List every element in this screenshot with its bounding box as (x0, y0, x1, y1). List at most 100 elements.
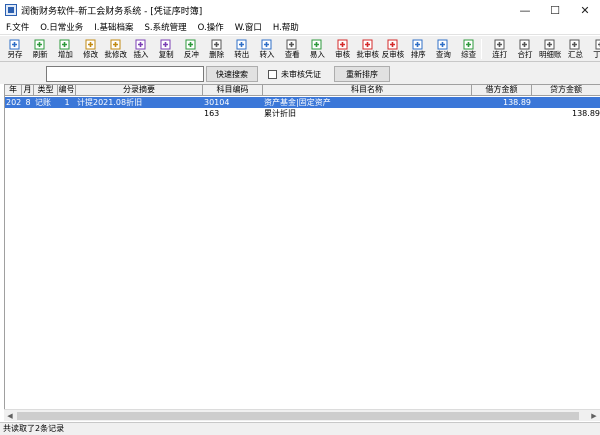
col-header-account-name[interactable]: 科目名称 (263, 85, 472, 96)
edit-icon (84, 38, 98, 50)
toolbar-button-add[interactable]: 增加 (53, 37, 77, 61)
toolbar-button-query[interactable]: 查询 (431, 37, 455, 61)
table-row[interactable]: 163 累计折旧 138.89 (5, 108, 600, 119)
cell-debit: 138.89 (503, 98, 531, 107)
status-bar: 共读取了2条记录 (0, 422, 600, 435)
toolbar-button-t-account[interactable]: 丁字 (589, 37, 600, 61)
toolbar-button-label: 易入 (309, 50, 325, 59)
cell-credit (532, 97, 600, 108)
batch-print-icon (493, 38, 507, 50)
toolbar-button-label: 另存 (7, 50, 23, 59)
batch-audit-icon (361, 38, 375, 50)
toolbar-button-label: 查询 (435, 50, 451, 59)
menu-help[interactable]: H.帮助 (267, 21, 304, 33)
maximize-button[interactable]: ☐ (540, 0, 570, 20)
col-header-credit[interactable]: 贷方金额 (532, 85, 600, 96)
horizontal-scrollbar[interactable]: ◀ ▶ (4, 409, 600, 421)
table-row[interactable]: 2021 8 记账 1 计提2021.08折旧 30104 资产基金|固定资产 … (5, 97, 600, 108)
toolbar-button-delete[interactable]: 删除 (205, 37, 229, 61)
merge-print-icon (518, 38, 532, 50)
toolbar-button-label: 批审核 (356, 50, 380, 59)
toolbar-button-summary[interactable]: 汇总 (563, 37, 587, 61)
toolbar-button-combined-query[interactable]: 综查 (457, 37, 481, 61)
cell-month: 8 (25, 98, 31, 107)
scroll-thumb[interactable] (17, 412, 579, 420)
scroll-left-arrow-icon[interactable]: ◀ (4, 410, 16, 422)
unaudited-filter[interactable]: 未审核凭证 (268, 69, 321, 80)
toolbar-button-sort[interactable]: 排序 (406, 37, 430, 61)
minimize-button[interactable]: — (510, 0, 540, 20)
ledger-icon (543, 38, 557, 50)
toolbar-button-insert[interactable]: 插入 (129, 37, 153, 61)
col-header-summary[interactable]: 分录摘要 (76, 85, 203, 96)
cell-account-code: 30104 (204, 98, 230, 107)
toolbar-button-reverse[interactable]: 反冲 (179, 37, 203, 61)
col-header-year[interactable]: 年 (5, 85, 22, 96)
toolbar-button-batch-audit[interactable]: 批审核 (356, 37, 380, 61)
quick-search-button[interactable]: 快速搜索 (206, 66, 258, 82)
toolbar-button-audit[interactable]: 审核 (331, 37, 355, 61)
summary-icon (568, 38, 582, 50)
cell-account-name: 资产基金|固定资产 (264, 98, 331, 107)
cell-account-code: 163 (204, 109, 220, 118)
save-as-icon (8, 38, 22, 50)
query-icon (436, 38, 450, 50)
delete-icon (210, 38, 224, 50)
reorder-button[interactable]: 重新排序 (334, 66, 390, 82)
toolbar-button-label: 批修改 (104, 50, 128, 59)
toolbar-button-export[interactable]: 转出 (230, 37, 254, 61)
toolbar-button-refresh[interactable]: 刷新 (28, 37, 52, 61)
close-button[interactable]: ✕ (570, 0, 600, 20)
export-icon (235, 38, 249, 50)
menu-window[interactable]: W.窗口 (229, 21, 267, 33)
toolbar-button-view[interactable]: 查看 (280, 37, 304, 61)
copy-icon (159, 38, 173, 50)
add-icon (58, 38, 72, 50)
toolbar-button-unaudit[interactable]: 反审核 (381, 37, 405, 61)
toolbar-button-import[interactable]: 转入 (255, 37, 279, 61)
cell-year: 2021 (6, 98, 22, 107)
unaudited-label: 未审核凭证 (281, 70, 321, 79)
cell-account-name: 累计折旧 (264, 109, 296, 118)
col-header-account-code[interactable]: 科目编码 (203, 85, 263, 96)
toolbar-button-label: 汇总 (567, 50, 583, 59)
toolbar-button-label: 查看 (284, 50, 300, 59)
voucher-grid: 年 月 类型 编号 分录摘要 科目编码 科目名称 借方金额 贷方金额 2021 … (4, 84, 600, 409)
col-header-debit[interactable]: 借方金额 (472, 85, 532, 96)
toolbar-button-copy[interactable]: 复制 (154, 37, 178, 61)
toolbar-button-ledger[interactable]: 明细账 (538, 37, 562, 61)
menu-file[interactable]: F.文件 (0, 21, 34, 33)
toolbar-button-batch-edit[interactable]: 批修改 (104, 37, 128, 61)
scroll-right-arrow-icon[interactable]: ▶ (588, 410, 600, 422)
menu-operation[interactable]: O.操作 (192, 21, 229, 33)
menu-daily-business[interactable]: O.日常业务 (34, 21, 88, 33)
t-account-icon (594, 38, 600, 50)
toolbar-button-label: 综查 (461, 50, 477, 59)
menu-system-management[interactable]: S.系统管理 (139, 21, 192, 33)
toolbar-button-merge-print[interactable]: 合打 (513, 37, 537, 61)
reverse-icon (184, 38, 198, 50)
cell-debit (472, 108, 532, 119)
unaudited-checkbox[interactable] (268, 70, 277, 79)
cell-month (22, 108, 34, 119)
cell-number (58, 108, 76, 119)
toolbar-button-label: 复制 (158, 50, 174, 59)
easy-entry-icon (310, 38, 324, 50)
insert-icon (134, 38, 148, 50)
toolbar-button-edit[interactable]: 修改 (79, 37, 103, 61)
toolbar-button-label: 删除 (209, 50, 225, 59)
col-header-month[interactable]: 月 (22, 85, 34, 96)
cell-summary (76, 108, 203, 119)
toolbar-button-label: 明细账 (538, 50, 562, 59)
toolbar-button-batch-print[interactable]: 连打 (488, 37, 512, 61)
col-header-number[interactable]: 编号 (58, 85, 76, 96)
toolbar-button-easy-entry[interactable]: 易入 (305, 37, 329, 61)
toolbar-button-label: 插入 (133, 50, 149, 59)
toolbar-button-save-as[interactable]: 另存 (3, 37, 27, 61)
cell-number: 1 (64, 98, 70, 107)
quick-search-input[interactable] (46, 66, 204, 82)
menu-basic-records[interactable]: I.基础档案 (88, 21, 138, 33)
toolbar-button-label: 转入 (259, 50, 275, 59)
col-header-type[interactable]: 类型 (34, 85, 58, 96)
toolbar-button-label: 审核 (335, 50, 351, 59)
